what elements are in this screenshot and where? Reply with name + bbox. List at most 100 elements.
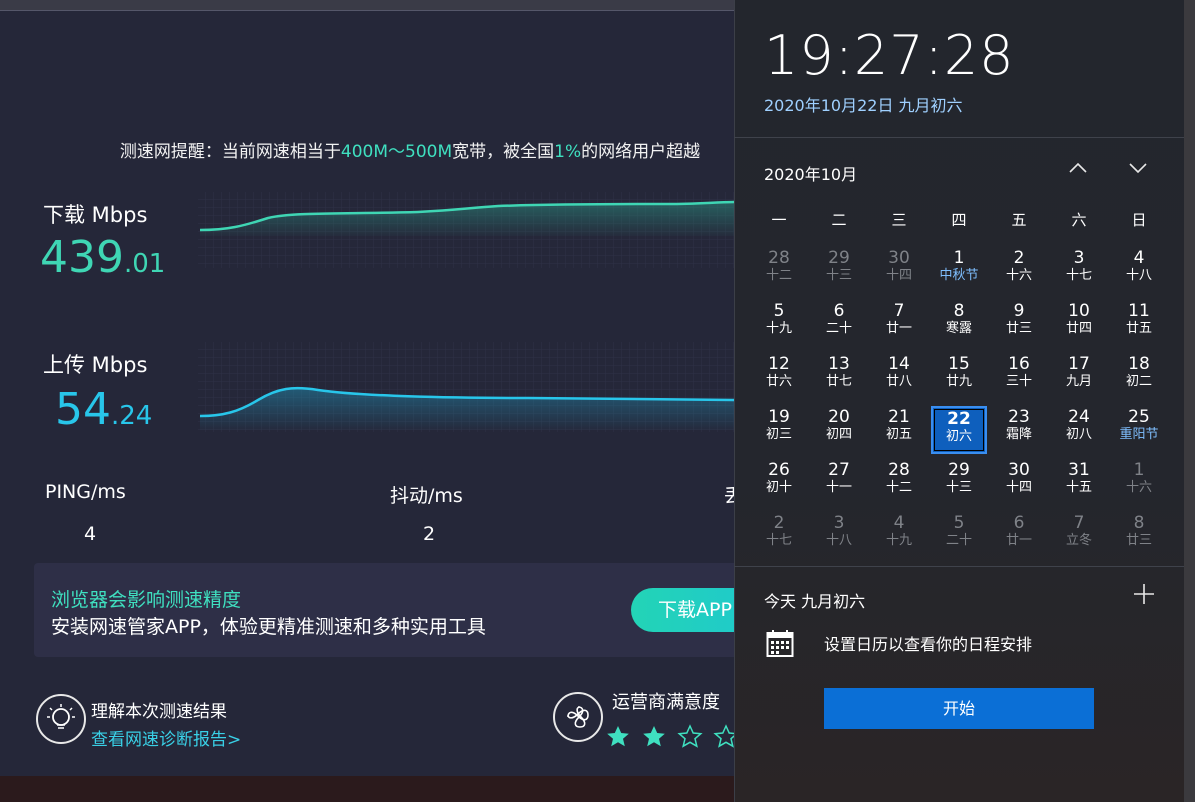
weekday-label: 四 <box>951 211 967 229</box>
next-month-button[interactable] <box>1126 156 1150 185</box>
calendar-day[interactable]: 29 十三 <box>809 247 869 300</box>
calendar-day[interactable]: 7 立冬 <box>1049 512 1109 565</box>
calendar-day-selected[interactable]: 22 初六 <box>931 406 987 454</box>
tip-range: 400M～500M <box>340 142 453 162</box>
lunar-date: 十九 <box>765 321 792 336</box>
lunar-date: 十四 <box>1005 480 1032 495</box>
full-date-link[interactable]: 2020年10月22日 九月初六 <box>764 92 963 116</box>
calendar-day[interactable]: 31 十五 <box>1049 459 1109 512</box>
download-int: 439 <box>40 232 124 283</box>
upload-dec: .24 <box>111 401 153 431</box>
calendar-day[interactable]: 9 廿三 <box>989 300 1049 353</box>
calendar-day[interactable]: 2 十六 <box>989 247 1049 300</box>
download-app-button[interactable]: 下载APP <box>631 588 734 632</box>
day-number: 16 <box>1008 354 1030 374</box>
calendar-day[interactable]: 27 十一 <box>809 459 869 512</box>
divider <box>734 566 1184 567</box>
start-button[interactable]: 开始 <box>824 688 1094 729</box>
day-number: 8 <box>1133 513 1145 533</box>
calendar-day[interactable]: 21 初五 <box>869 406 929 459</box>
tip-pre: 测速网提醒：当前网速相当于 <box>119 142 341 162</box>
lunar-date: 十七 <box>765 533 792 548</box>
jitter-label: 抖动/ms <box>390 485 463 507</box>
lunar-date: 立冬 <box>1065 533 1092 548</box>
calendar-day[interactable]: 19 初三 <box>749 406 809 459</box>
calendar-day[interactable]: 30 十四 <box>869 247 929 300</box>
day-number: 6 <box>833 301 845 321</box>
add-event-button[interactable] <box>1132 580 1156 613</box>
calendar-day[interactable]: 1 十六 <box>1109 459 1169 512</box>
lunar-date: 十七 <box>1065 268 1092 283</box>
calendar-day[interactable]: 23 霜降 <box>989 406 1049 459</box>
calendar-day[interactable]: 5 十九 <box>749 300 809 353</box>
day-number: 17 <box>1068 354 1090 374</box>
calendar-day[interactable]: 11 廿五 <box>1109 300 1169 353</box>
rating-stars[interactable] <box>605 724 734 756</box>
calendar-day[interactable]: 12 廿六 <box>749 353 809 406</box>
calendar-day[interactable]: 30 十四 <box>989 459 1049 512</box>
calendar-day[interactable]: 4 十九 <box>869 512 929 565</box>
calendar-day[interactable]: 8 寒露 <box>929 300 989 353</box>
day-number: 5 <box>953 513 965 533</box>
day-number: 7 <box>893 301 905 321</box>
lunar-date: 廿九 <box>945 374 972 389</box>
ping-value: 4 <box>84 523 97 545</box>
day-number: 30 <box>888 248 910 268</box>
calendar-day[interactable]: 16 三十 <box>989 353 1049 406</box>
calendar-day[interactable]: 29 十三 <box>929 459 989 512</box>
lunar-date: 初四 <box>825 427 852 442</box>
calendar-day[interactable]: 15 廿九 <box>929 353 989 406</box>
speed-tip: 测速网提醒：当前网速相当于400M～500M宽带，被全国1%的网络用户超越 <box>0 137 734 162</box>
upload-value: 54.24 <box>55 384 152 435</box>
understand-title: 理解本次测速结果 <box>91 702 227 722</box>
calendar-day[interactable]: 28 十二 <box>749 247 809 300</box>
calendar-day[interactable]: 3 十八 <box>809 512 869 565</box>
calendar-day[interactable]: 6 二十 <box>809 300 869 353</box>
calendar-day[interactable]: 28 十二 <box>869 459 929 512</box>
calendar-day[interactable]: 4 十八 <box>1109 247 1169 300</box>
calendar-day[interactable]: 10 廿四 <box>1049 300 1109 353</box>
calendar-day[interactable]: 14 廿八 <box>869 353 929 406</box>
prev-month-button[interactable] <box>1066 156 1090 185</box>
lunar-date: 二十 <box>825 321 852 336</box>
lunar-date: 十六 <box>1005 268 1032 283</box>
tip-pct: 1% <box>554 142 582 162</box>
calendar-day[interactable]: 1 中秋节 <box>929 247 989 300</box>
month-title[interactable]: 2020年10月 <box>764 161 857 185</box>
calendar-day[interactable]: 6 廿一 <box>989 512 1049 565</box>
lunar-date: 初十 <box>765 480 792 495</box>
diagnosis-report-link[interactable]: 查看网速诊断报告> <box>91 725 241 750</box>
calendar-day[interactable]: 20 初四 <box>809 406 869 459</box>
calendar-day[interactable]: 18 初二 <box>1109 353 1169 406</box>
lunar-date: 廿三 <box>1125 533 1152 548</box>
day-number: 29 <box>828 248 850 268</box>
day-number: 14 <box>888 354 910 374</box>
calendar-day[interactable]: 13 廿七 <box>809 353 869 406</box>
calendar-icon <box>766 628 794 658</box>
calendar-day[interactable]: 25 重阳节 <box>1109 406 1169 459</box>
weekday-label: 一 <box>771 211 787 229</box>
day-number: 3 <box>1073 248 1085 268</box>
calendar-day[interactable]: 8 廿三 <box>1109 512 1169 565</box>
day-number: 24 <box>1068 407 1090 427</box>
day-number: 6 <box>1013 513 1025 533</box>
lunar-date: 十八 <box>1125 268 1152 283</box>
day-number: 1 <box>953 248 965 268</box>
calendar-day[interactable]: 17 九月 <box>1049 353 1109 406</box>
download-dec: .01 <box>123 249 166 279</box>
calendar-day[interactable]: 24 初八 <box>1049 406 1109 459</box>
lunar-date: 廿六 <box>765 374 792 389</box>
calendar-day[interactable]: 3 十七 <box>1049 247 1109 300</box>
banner-subtitle: 安装网速管家APP，体验更精准测速和多种实用工具 <box>51 616 486 638</box>
lunar-date: 十二 <box>765 268 792 283</box>
calendar-day[interactable]: 7 廿一 <box>869 300 929 353</box>
calendar-day[interactable]: 26 初十 <box>749 459 809 512</box>
calendar-day[interactable]: 5 二十 <box>929 512 989 565</box>
speedtest-page: 测速网提醒：当前网速相当于400M～500M宽带，被全国1%的网络用户超越 下载… <box>0 0 734 802</box>
day-number: 30 <box>1008 460 1030 480</box>
calendar-day[interactable]: 2 十七 <box>749 512 809 565</box>
lunar-date: 十三 <box>825 268 852 283</box>
day-number: 31 <box>1068 460 1090 480</box>
day-number: 2 <box>773 513 785 533</box>
day-number: 27 <box>828 460 850 480</box>
